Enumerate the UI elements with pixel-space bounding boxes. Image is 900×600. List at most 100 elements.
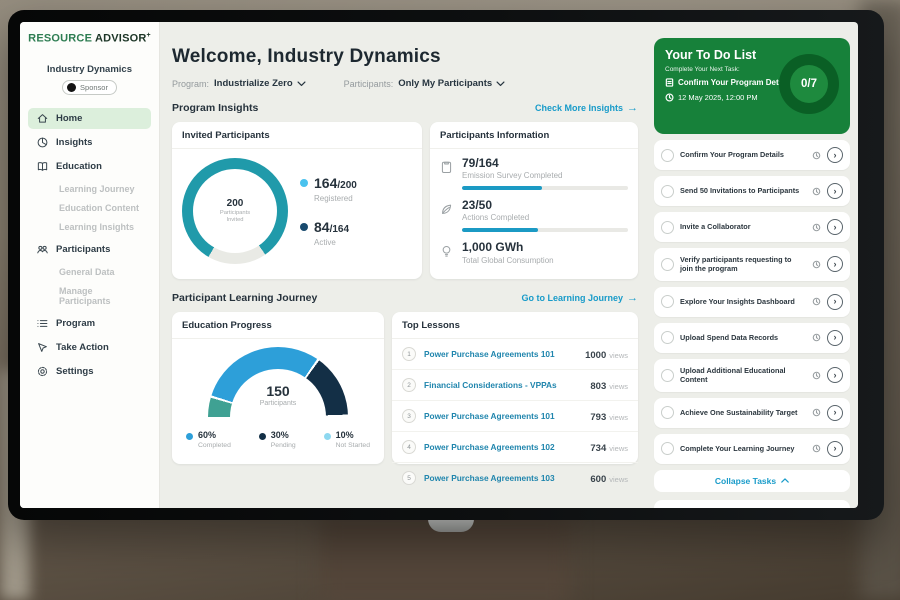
- task-row: Verify participants requesting to join t…: [654, 248, 850, 281]
- collapse-tasks-link[interactable]: Collapse Tasks: [654, 470, 850, 492]
- sidebar-item-label: Take Action: [56, 342, 109, 353]
- sidebar-item-program[interactable]: Program: [28, 313, 151, 334]
- lesson-row: 2 Financial Considerations - VPPAs 803vi…: [392, 370, 638, 401]
- views-label: views: [609, 444, 628, 453]
- section-title: Program Insights: [172, 102, 258, 114]
- lesson-link[interactable]: Power Purchase Agreements 102: [424, 442, 582, 452]
- legend-value: 10%: [336, 431, 370, 441]
- sidebar-item-label: Education: [56, 161, 102, 172]
- task-open-button[interactable]: ›: [827, 330, 843, 346]
- go-to-learning-journey-link[interactable]: Go to Learning Journey →: [521, 293, 638, 304]
- todo-next-task-label: Confirm Your Program Details: [678, 78, 792, 87]
- learning-journey-cards: Education Progress 150 Participants: [172, 312, 638, 464]
- todo-progress-value: 0/7: [790, 65, 828, 103]
- page-title: Welcome, Industry Dynamics: [172, 46, 638, 68]
- task-checkbox[interactable]: [661, 258, 674, 271]
- invited-participants-card: Invited Participants 200 Participants In…: [172, 122, 422, 279]
- task-open-button[interactable]: ›: [827, 405, 843, 421]
- task-open-button[interactable]: ›: [827, 219, 843, 235]
- program-insights-header: Program Insights Check More Insights →: [172, 102, 638, 114]
- sidebar-item-insights[interactable]: Insights: [28, 132, 151, 153]
- task-open-button[interactable]: ›: [827, 367, 843, 383]
- arrow-right-icon: →: [627, 293, 638, 304]
- home-icon: [36, 112, 49, 125]
- task-open-button[interactable]: ›: [827, 183, 843, 199]
- task-row: Upload Additional Educational Content ›: [654, 359, 850, 392]
- lesson-rank-badge: 5: [402, 471, 416, 485]
- sidebar-item-settings[interactable]: Settings: [28, 361, 151, 382]
- participants-information-body: 79/164 Emission Survey Completed 23/50 A…: [430, 149, 638, 282]
- task-open-button[interactable]: ›: [827, 294, 843, 310]
- active-label: Active: [314, 238, 349, 247]
- lesson-link[interactable]: Power Purchase Agreements 103: [424, 473, 582, 483]
- education-progress-card: Education Progress 150 Participants: [172, 312, 384, 464]
- card-title: Education Progress: [172, 312, 384, 339]
- lesson-link[interactable]: Financial Considerations - VPPAs: [424, 380, 582, 390]
- lesson-rank-badge: 2: [402, 378, 416, 392]
- stat-value: 23/50: [462, 199, 628, 212]
- sidebar-item-education-content[interactable]: Education Content: [28, 199, 151, 217]
- sidebar-item-manage-participants[interactable]: Manage Participants: [28, 282, 151, 310]
- sidebar-item-general-data[interactable]: General Data: [28, 263, 151, 281]
- timer-icon: [812, 444, 821, 453]
- task-open-button[interactable]: ›: [827, 256, 843, 272]
- card-title: Top Lessons: [392, 312, 638, 339]
- dashboard-screen: RESOURCE ADVISOR+ Industry Dynamics Spon…: [20, 22, 858, 508]
- registered-label: Registered: [314, 194, 357, 203]
- task-checkbox[interactable]: [661, 295, 674, 308]
- task-label: Send 50 Invitations to Participants: [680, 186, 806, 195]
- invited-donut-center: 200 Participants Invited: [209, 185, 261, 237]
- invited-center-value: 200: [227, 198, 244, 209]
- sidebar-item-learning-journey[interactable]: Learning Journey: [28, 180, 151, 198]
- todo-progress-ring: 0/7: [779, 54, 839, 114]
- task-open-button[interactable]: ›: [827, 441, 843, 457]
- sidebar-item-participants[interactable]: Participants: [28, 239, 151, 260]
- sidebar-item-learning-insights[interactable]: Learning Insights: [28, 218, 151, 236]
- check-more-insights-link[interactable]: Check More Insights →: [535, 103, 638, 114]
- lesson-rank-badge: 1: [402, 347, 416, 361]
- participants-filter[interactable]: Participants: Only My Participants: [344, 78, 506, 89]
- timer-icon: [812, 297, 821, 306]
- sidebar-item-take-action[interactable]: Take Action: [28, 337, 151, 358]
- task-label: Invite a Collaborator: [680, 222, 806, 231]
- task-checkbox[interactable]: [661, 185, 674, 198]
- task-checkbox[interactable]: [661, 149, 674, 162]
- checklist-icon: [665, 78, 674, 87]
- active-den: /164: [330, 224, 349, 235]
- timer-icon: [812, 187, 821, 196]
- leaf-icon: [440, 202, 453, 216]
- chevron-down-icon: [297, 81, 306, 87]
- program-filter-label: Program:: [172, 79, 209, 89]
- sponsor-badge: Sponsor: [62, 80, 117, 95]
- card-title: Participants Information: [430, 122, 638, 149]
- education-legend: 60% Completed 30% Pending: [172, 425, 384, 449]
- sponsor-icon: [67, 83, 76, 92]
- invited-donut-chart: 200 Participants Invited: [172, 149, 422, 273]
- lesson-row: 1 Power Purchase Agreements 101 1000view…: [392, 339, 638, 370]
- section-title: Participant Learning Journey: [172, 292, 317, 304]
- sidebar-item-education[interactable]: Education: [28, 156, 151, 177]
- lesson-views: 600: [590, 474, 606, 485]
- sidebar-item-home[interactable]: Home: [28, 108, 151, 129]
- task-checkbox[interactable]: [661, 442, 674, 455]
- task-open-button[interactable]: ›: [827, 147, 843, 163]
- lesson-link[interactable]: Power Purchase Agreements 101: [424, 411, 582, 421]
- task-checkbox[interactable]: [661, 331, 674, 344]
- todo-hero-card: Your To Do List Complete Your Next Task:…: [654, 38, 850, 134]
- legend-label: Pending: [271, 442, 296, 449]
- lesson-link[interactable]: Power Purchase Agreements 101: [424, 349, 577, 359]
- task-label: Complete Your Learning Journey: [680, 444, 806, 453]
- task-checkbox[interactable]: [661, 369, 674, 382]
- legend-item-registered: 164/200 Registered: [300, 175, 357, 203]
- photo-background: RESOURCE ADVISOR+ Industry Dynamics Spon…: [0, 0, 900, 600]
- task-checkbox[interactable]: [661, 406, 674, 419]
- lesson-views: 1000: [585, 350, 606, 361]
- bulb-icon: [440, 244, 453, 258]
- program-filter[interactable]: Program: Industrialize Zero: [172, 78, 306, 89]
- timer-icon: [812, 408, 821, 417]
- task-checkbox[interactable]: [661, 221, 674, 234]
- sidebar-item-label: Insights: [56, 137, 92, 148]
- stat-label: Actions Completed: [462, 213, 628, 222]
- resource-advisor-logo: RESOURCE ADVISOR+: [20, 32, 159, 54]
- link-label: Check More Insights: [535, 103, 623, 113]
